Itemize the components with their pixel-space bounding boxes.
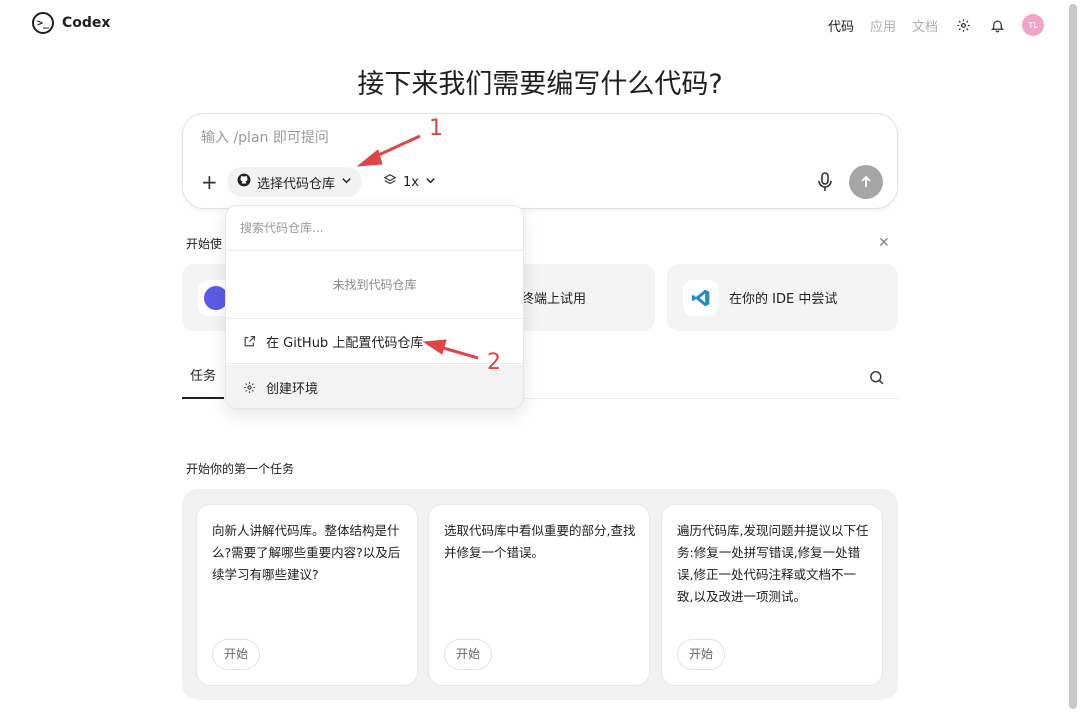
get-started-card-label: 在你的 IDE 中尝试	[729, 292, 838, 307]
vscode-icon	[683, 279, 719, 316]
external-link-icon	[242, 335, 256, 349]
microphone-icon[interactable]	[817, 172, 833, 192]
task-start-button[interactable]: 开始	[677, 639, 726, 670]
tab-tasks[interactable]: 任务	[182, 363, 225, 399]
scrollbar-thumb[interactable]	[1069, 4, 1077, 709]
notification-bell-icon[interactable]	[988, 16, 1006, 34]
chevron-down-icon	[341, 175, 352, 190]
nav-link-code[interactable]: 代码	[828, 16, 854, 35]
task-card-text: 遍历代码库,发现问题并提议以下任务:修复一处拼写错误,修复一处错误,修正一处代码…	[677, 523, 869, 604]
annotation-number-2: 2	[487, 350, 501, 375]
menu-item-label: 在 GitHub 上配置代码仓库	[266, 336, 424, 351]
no-repo-message: 未找到代码仓库	[226, 251, 523, 319]
task-card-text: 选取代码库中看似重要的部分,查找并修复一个错误。	[444, 523, 636, 560]
send-button[interactable]	[849, 165, 883, 199]
annotation-number-1: 1	[429, 116, 443, 141]
repo-search-input[interactable]	[226, 206, 523, 251]
task-card[interactable]: 遍历代码库,发现问题并提议以下任务:修复一处拼写错误,修复一处错误,修正一处代码…	[661, 504, 883, 686]
create-environment-item[interactable]: 创建环境	[226, 365, 523, 408]
add-attachment-plus-icon[interactable]: +	[201, 172, 218, 192]
chevron-down-icon	[425, 175, 436, 190]
select-repo-label: 选择代码仓库	[257, 176, 336, 192]
app-name: Codex	[62, 15, 111, 31]
close-icon[interactable]: ✕	[878, 235, 890, 251]
task-card[interactable]: 向新人讲解代码库。整体结构是什么?需要了解哪些重要内容?以及后续学习有哪些建议?…	[196, 504, 418, 686]
task-start-button[interactable]: 开始	[444, 639, 493, 670]
multiplier-label: 1x	[403, 174, 419, 190]
page-title: 接下来我们需要编写什么代码?	[357, 69, 723, 100]
page-scrollbar[interactable]	[1069, 0, 1077, 713]
settings-gear-icon[interactable]	[954, 16, 972, 34]
nav-link-apps[interactable]: 应用	[870, 16, 896, 35]
configure-github-repo-item[interactable]: 在 GitHub 上配置代码仓库	[226, 320, 523, 364]
multiplier-selector[interactable]: 1x	[383, 167, 436, 197]
gear-icon	[242, 380, 256, 394]
logo[interactable]: >_ Codex	[32, 12, 110, 34]
task-card[interactable]: 选取代码库中看似重要的部分,查找并修复一个错误。 开始	[428, 504, 650, 686]
prompt-composer: + 选择代码仓库 1x	[182, 113, 898, 209]
repo-dropdown: 未找到代码仓库 在 GitHub 上配置代码仓库 创建环境	[225, 205, 524, 409]
get-started-label: 开始使	[186, 237, 223, 251]
get-started-card-ide[interactable]: 在你的 IDE 中尝试	[667, 264, 898, 331]
prompt-input[interactable]	[201, 130, 801, 146]
nav-link-docs[interactable]: 文档	[912, 16, 938, 35]
top-bar: >_ Codex 代码 应用 文档 TL	[0, 0, 1080, 46]
task-card-text: 向新人讲解代码库。整体结构是什么?需要了解哪些重要内容?以及后续学习有哪些建议?	[212, 523, 401, 582]
github-icon	[237, 173, 251, 191]
menu-item-label: 创建环境	[266, 381, 319, 397]
first-task-label: 开始你的第一个任务	[186, 462, 295, 476]
arrow-up-icon	[861, 175, 871, 187]
search-icon[interactable]	[868, 369, 886, 387]
select-repo-button[interactable]: 选择代码仓库	[227, 167, 363, 197]
layers-icon	[383, 173, 397, 191]
top-nav: 代码 应用 文档 TL	[828, 14, 1044, 36]
task-start-button[interactable]: 开始	[212, 639, 261, 670]
avatar[interactable]: TL	[1022, 14, 1044, 36]
get-started-card-label: 终端上试用	[521, 292, 587, 307]
codex-logo-icon: >_	[32, 12, 54, 34]
